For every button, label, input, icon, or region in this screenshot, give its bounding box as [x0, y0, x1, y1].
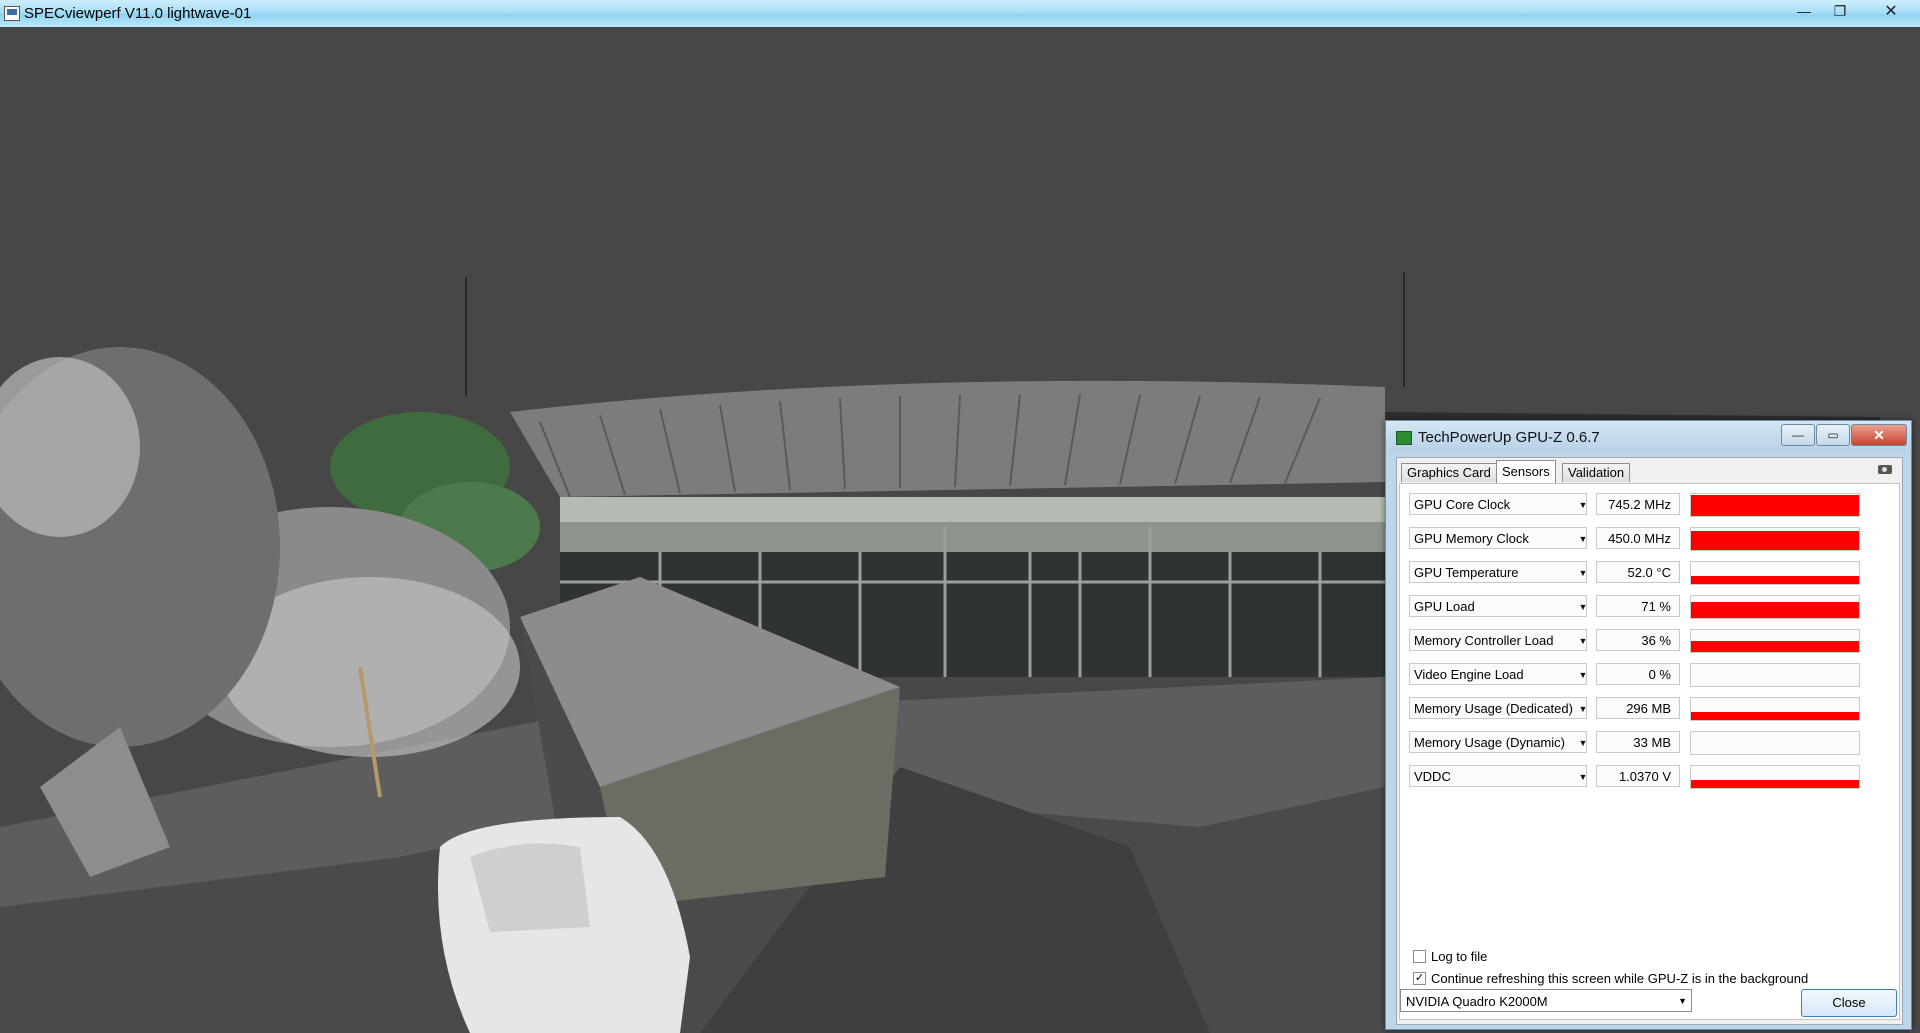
gpuz-maximize-button[interactable]: ▭: [1816, 424, 1850, 446]
sensor-name-dropdown[interactable]: Memory Controller Load ▼: [1409, 629, 1587, 651]
gpuz-title-bar[interactable]: TechPowerUp GPU-Z 0.6.7 — ▭ ✕: [1386, 421, 1911, 453]
camera-icon[interactable]: [1878, 465, 1892, 474]
continue-refresh-checkbox[interactable]: ✓: [1413, 972, 1426, 985]
chevron-down-icon: ▼: [1578, 500, 1587, 510]
sensor-row: Memory Usage (Dedicated) ▼ 296 MB: [1400, 694, 1899, 722]
sensor-graph-fill: [1691, 712, 1859, 720]
sensor-graph-fill: [1691, 602, 1859, 618]
sensor-graph: [1690, 697, 1860, 721]
tab-graphics-card[interactable]: Graphics Card: [1401, 463, 1497, 482]
sensor-name: Memory Usage (Dynamic): [1414, 735, 1565, 750]
sensor-row: Memory Usage (Dynamic) ▼ 33 MB: [1400, 728, 1899, 756]
gpuz-panel: Graphics Card Sensors Validation Log to …: [1396, 457, 1903, 1025]
sensor-graph: [1690, 527, 1860, 551]
chevron-down-icon: ▼: [1578, 738, 1587, 748]
sensor-name: GPU Load: [1414, 599, 1475, 614]
close-dialog-button[interactable]: Close: [1801, 989, 1897, 1017]
sensor-name: GPU Temperature: [1414, 565, 1519, 580]
chevron-down-icon: ▼: [1578, 534, 1587, 544]
sensor-row: Memory Controller Load ▼ 36 %: [1400, 626, 1899, 654]
minimize-button[interactable]: —: [1786, 0, 1822, 22]
sensor-value: 0 %: [1596, 663, 1680, 685]
continue-refresh-option[interactable]: ✓ Continue refreshing this screen while …: [1413, 971, 1808, 986]
sensor-graph: [1690, 663, 1860, 687]
sensor-row: GPU Memory Clock ▼ 450.0 MHz: [1400, 524, 1899, 552]
sensor-graph-fill: [1691, 641, 1859, 652]
sensor-row: Video Engine Load ▼ 0 %: [1400, 660, 1899, 688]
tab-sensors[interactable]: Sensors: [1496, 460, 1556, 483]
sensor-graph: [1690, 629, 1860, 653]
sensor-graph: [1690, 561, 1860, 585]
gpuz-window-title: TechPowerUp GPU-Z 0.6.7: [1418, 429, 1600, 446]
sensor-name-dropdown[interactable]: Memory Usage (Dedicated) ▼: [1409, 697, 1587, 719]
tab-validation[interactable]: Validation: [1562, 463, 1631, 482]
chevron-down-icon: ▼: [1578, 636, 1587, 646]
sensor-value: 71 %: [1596, 595, 1680, 617]
sensor-graph: [1690, 595, 1860, 619]
sensor-name-dropdown[interactable]: Video Engine Load ▼: [1409, 663, 1587, 685]
sensor-value: 33 MB: [1596, 731, 1680, 753]
chevron-down-icon: ▼: [1578, 568, 1587, 578]
gpu-select-dropdown[interactable]: NVIDIA Quadro K2000M ▼: [1400, 989, 1692, 1012]
sensor-graph-fill: [1691, 780, 1859, 788]
sensor-value: 36 %: [1596, 629, 1680, 651]
chevron-down-icon: ▼: [1578, 704, 1587, 714]
sensor-name-dropdown[interactable]: GPU Core Clock ▼: [1409, 493, 1587, 515]
sensor-name: Memory Usage (Dedicated): [1414, 701, 1573, 716]
sensor-graph: [1690, 731, 1860, 755]
sensor-graph-fill: [1691, 576, 1859, 584]
sensor-value: 450.0 MHz: [1596, 527, 1680, 549]
chevron-down-icon: ▼: [1678, 996, 1687, 1006]
chevron-down-icon: ▼: [1578, 670, 1587, 680]
sensor-name-dropdown[interactable]: GPU Temperature ▼: [1409, 561, 1587, 583]
sensor-name: GPU Memory Clock: [1414, 531, 1529, 546]
sensor-value: 1.0370 V: [1596, 765, 1680, 787]
sensor-name-dropdown[interactable]: GPU Memory Clock ▼: [1409, 527, 1587, 549]
gpu-select-value: NVIDIA Quadro K2000M: [1406, 994, 1548, 1009]
log-to-file-label: Log to file: [1431, 949, 1488, 964]
sensor-graph: [1690, 765, 1860, 789]
close-button[interactable]: ✕: [1866, 0, 1916, 22]
log-to-file-checkbox[interactable]: [1413, 950, 1426, 963]
gpuz-minimize-button[interactable]: —: [1781, 424, 1815, 446]
sensor-name-dropdown[interactable]: Memory Usage (Dynamic) ▼: [1409, 731, 1587, 753]
sensor-value: 296 MB: [1596, 697, 1680, 719]
main-window-title: SPECviewperf V11.0 lightwave-01: [24, 5, 252, 22]
gpuz-window: TechPowerUp GPU-Z 0.6.7 — ▭ ✕ Graphics C…: [1385, 420, 1912, 1030]
sensor-name: Video Engine Load: [1414, 667, 1524, 682]
continue-refresh-label: Continue refreshing this screen while GP…: [1431, 971, 1809, 986]
sensor-row: GPU Core Clock ▼ 745.2 MHz: [1400, 490, 1899, 518]
sensor-name-dropdown[interactable]: VDDC ▼: [1409, 765, 1587, 787]
main-title-bar: SPECviewperf V11.0 lightwave-01 — ❐ ✕: [0, 0, 1920, 28]
sensor-value: 52.0 °C: [1596, 561, 1680, 583]
sensor-row: VDDC ▼ 1.0370 V: [1400, 762, 1899, 790]
gpuz-close-button[interactable]: ✕: [1851, 424, 1907, 446]
sensor-name: Memory Controller Load: [1414, 633, 1554, 648]
chevron-down-icon: ▼: [1578, 602, 1587, 612]
sensor-name: VDDC: [1414, 769, 1451, 784]
sensor-value: 745.2 MHz: [1596, 493, 1680, 515]
sensor-row: GPU Temperature ▼ 52.0 °C: [1400, 558, 1899, 586]
sensor-graph: [1690, 493, 1860, 517]
sensor-list: Log to file ✓ Continue refreshing this s…: [1399, 483, 1900, 1020]
maximize-button[interactable]: ❐: [1822, 0, 1858, 22]
sensor-name-dropdown[interactable]: GPU Load ▼: [1409, 595, 1587, 617]
sensor-row: GPU Load ▼ 71 %: [1400, 592, 1899, 620]
log-to-file-option[interactable]: Log to file: [1413, 949, 1487, 964]
chevron-down-icon: ▼: [1578, 772, 1587, 782]
gpuz-app-icon: [1396, 431, 1412, 445]
sensor-graph-fill: [1691, 495, 1859, 516]
sensor-graph-fill: [1691, 531, 1859, 550]
sensor-name: GPU Core Clock: [1414, 497, 1511, 512]
app-window-icon: [4, 6, 20, 21]
